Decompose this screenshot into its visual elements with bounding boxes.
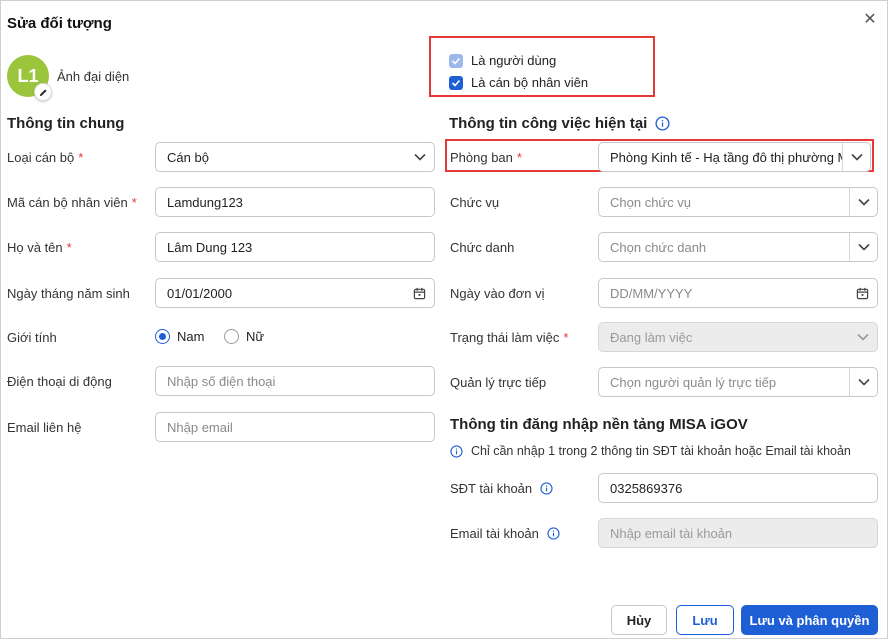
chevron-down-icon <box>849 323 877 351</box>
gender-radio-male[interactable]: Nam <box>155 329 204 344</box>
staff-code-input[interactable]: Lamdung123 <box>155 187 435 217</box>
radio-dot <box>155 329 170 344</box>
phone-label: Điện thoại di động <box>7 374 112 389</box>
position-select[interactable]: Chọn chức vụ <box>598 187 878 217</box>
email-input[interactable]: Nhập email <box>155 412 435 442</box>
gender-label: Giới tính <box>7 330 57 345</box>
chevron-down-icon <box>842 143 870 171</box>
chevron-down-icon <box>849 188 877 216</box>
login-email-input: Nhập email tài khoản <box>598 518 878 548</box>
chevron-down-icon <box>849 233 877 261</box>
manager-select[interactable]: Chọn người quản lý trực tiếp <box>598 367 878 397</box>
general-section-title: Thông tin chung <box>7 115 125 132</box>
info-icon <box>450 444 463 458</box>
full-name-label: Họ và tên * <box>7 240 72 255</box>
checkbox-check-icon <box>449 75 463 90</box>
position-label: Chức vụ <box>450 195 500 210</box>
is-staff-label: Là cán bộ nhân viên <box>471 75 589 90</box>
birthday-label: Ngày tháng năm sinh <box>7 286 130 301</box>
radio-dot <box>224 329 239 344</box>
join-date-input[interactable]: DD/MM/YYYY <box>598 278 878 308</box>
full-name-input[interactable]: Lâm Dung 123 <box>155 232 435 262</box>
info-icon[interactable] <box>540 482 553 495</box>
birthday-input[interactable]: 01/01/2000 <box>155 278 435 308</box>
department-select[interactable]: Phòng Kinh tế - Hạ tầng đô thị phường MI <box>598 142 871 172</box>
staff-type-label: Loại cán bộ * <box>7 150 84 165</box>
work-status-label: Trạng thái làm việc * <box>450 330 569 345</box>
is-user-checkbox[interactable]: Là người dùng <box>449 53 556 68</box>
chevron-down-icon <box>406 143 434 171</box>
chevron-down-icon <box>849 368 877 396</box>
join-date-label: Ngày vào đơn vị <box>450 286 545 301</box>
email-label: Email liên hệ <box>7 420 82 435</box>
login-phone-label: SĐT tài khoản <box>450 481 553 496</box>
job-title-label: Chức danh <box>450 240 515 255</box>
staff-type-select[interactable]: Cán bộ <box>155 142 435 172</box>
login-email-label: Email tài khoản <box>450 526 560 541</box>
gender-radio-female[interactable]: Nữ <box>224 329 264 344</box>
login-note: Chỉ cần nhập 1 trong 2 thông tin SĐT tài… <box>450 444 851 458</box>
login-section-title: Thông tin đăng nhập nền tảng MISA iGOV <box>450 416 748 433</box>
login-phone-input[interactable]: 0325869376 <box>598 473 878 503</box>
info-icon[interactable] <box>547 527 560 540</box>
phone-input[interactable]: Nhập số điện thoại <box>155 366 435 396</box>
save-and-assign-button[interactable]: Lưu và phân quyền <box>741 605 878 635</box>
close-icon[interactable]: ✕ <box>861 11 879 29</box>
pencil-icon[interactable] <box>34 83 52 101</box>
department-label: Phòng ban * <box>450 150 522 165</box>
dialog-title: Sửa đối tượng <box>7 15 112 32</box>
is-staff-checkbox[interactable]: Là cán bộ nhân viên <box>449 75 588 90</box>
avatar-label: Ảnh đại diện <box>57 69 130 84</box>
save-button[interactable]: Lưu <box>676 605 734 635</box>
is-user-label: Là người dùng <box>471 53 557 68</box>
edit-object-dialog: Sửa đối tượng ✕ L1 Ảnh đại diện Là người… <box>0 0 888 639</box>
checkbox-check-icon <box>449 53 463 68</box>
calendar-icon[interactable] <box>847 279 877 307</box>
cancel-button[interactable]: Hủy <box>611 605 667 635</box>
info-icon[interactable] <box>655 116 670 131</box>
job-title-select[interactable]: Chọn chức danh <box>598 232 878 262</box>
calendar-icon[interactable] <box>404 279 434 307</box>
manager-label: Quản lý trực tiếp <box>450 375 547 390</box>
staff-code-label: Mã cán bộ nhân viên * <box>7 195 137 210</box>
job-section-title: Thông tin công việc hiện tại <box>449 115 670 132</box>
work-status-select: Đang làm việc <box>598 322 878 352</box>
